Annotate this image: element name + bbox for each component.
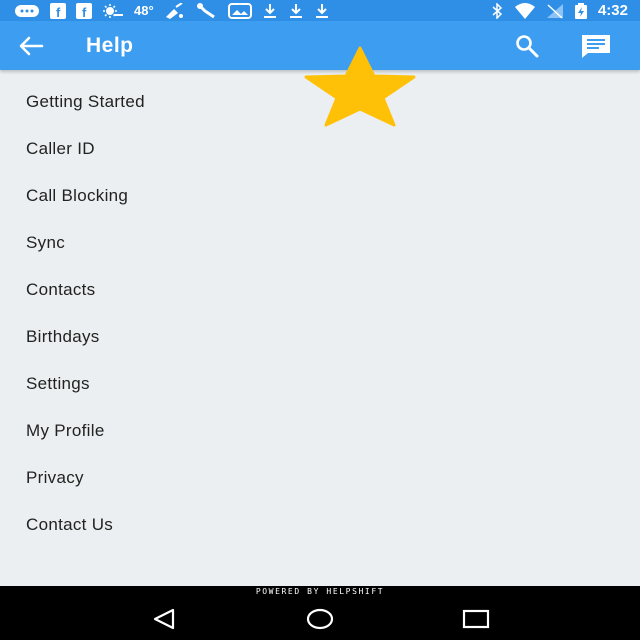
bluetooth-icon [490, 2, 504, 19]
topic-caller-id[interactable]: Caller ID [0, 125, 640, 172]
topic-call-blocking[interactable]: Call Blocking [0, 172, 640, 219]
nav-home-icon [306, 608, 334, 630]
no-sim-icon [546, 3, 564, 19]
topic-settings[interactable]: Settings [0, 360, 640, 407]
nav-back-icon [153, 608, 175, 630]
facebook-icon: f [76, 2, 92, 19]
topic-contact-us[interactable]: Contact Us [0, 501, 640, 548]
temperature-text: 48° [134, 2, 154, 18]
topic-privacy[interactable]: Privacy [0, 454, 640, 501]
clock-text: 4:32 [597, 2, 628, 19]
navigation-bar [0, 598, 640, 640]
sweeper-icon [164, 2, 186, 19]
status-left: f f 48° [14, 2, 330, 19]
wifi-icon [514, 2, 536, 19]
status-right: 4:32 [490, 2, 628, 19]
nav-recents-button[interactable] [446, 598, 506, 640]
topic-birthdays[interactable]: Birthdays [0, 313, 640, 360]
search-button[interactable] [505, 24, 549, 68]
arrow-left-icon [19, 36, 44, 55]
nav-back-button[interactable] [134, 598, 194, 640]
topic-contacts[interactable]: Contacts [0, 266, 640, 313]
topic-my-profile[interactable]: My Profile [0, 407, 640, 454]
download-icon [288, 3, 304, 19]
help-screen: f f 48° 4:32 Help Getting Started Caller… [0, 0, 640, 640]
help-topics-list: Getting Started Caller ID Call Blocking … [0, 70, 640, 548]
topic-sync[interactable]: Sync [0, 219, 640, 266]
search-icon [516, 34, 539, 57]
download-icon [314, 3, 330, 19]
nav-home-button[interactable] [290, 598, 350, 640]
svg-text:f: f [56, 5, 61, 19]
back-button[interactable] [16, 21, 46, 70]
status-bar: f f 48° 4:32 [0, 0, 640, 21]
download-icon [262, 3, 278, 19]
messages-icon [14, 3, 40, 19]
topic-getting-started[interactable]: Getting Started [0, 78, 640, 125]
page-title: Help [86, 33, 134, 57]
wrench-icon [196, 2, 218, 19]
svg-text:f: f [82, 5, 87, 19]
facebook-icon: f [50, 2, 66, 19]
chat-button[interactable] [574, 24, 618, 68]
gallery-icon [227, 2, 252, 19]
powered-by-footer: POWERED BY HELPSHIFT [0, 586, 640, 598]
nav-recents-icon [462, 609, 490, 629]
battery-charging-icon [574, 2, 588, 19]
weather-icon [102, 3, 124, 19]
chat-icon [582, 34, 610, 58]
